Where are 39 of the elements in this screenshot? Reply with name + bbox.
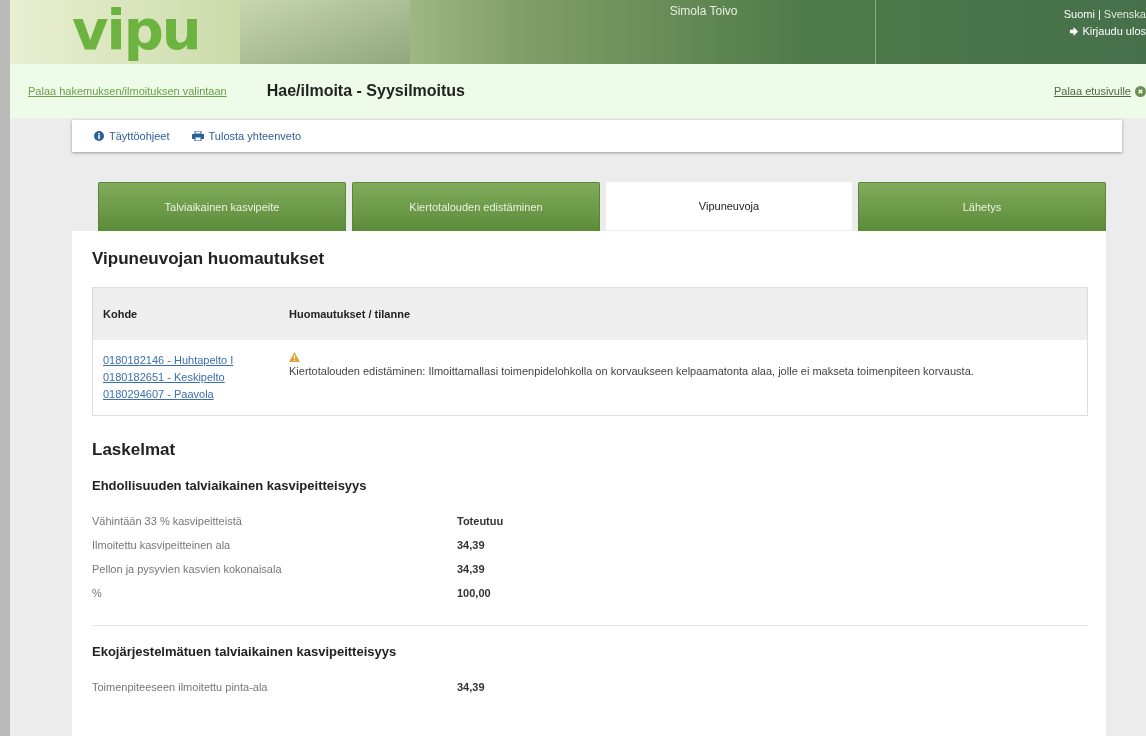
language-link[interactable]: Suomi	[1063, 8, 1095, 20]
logout-link[interactable]: Kirjaudu ulos	[1069, 25, 1146, 37]
tab[interactable]: Vipuneuvoja	[606, 182, 852, 230]
row-label: %	[92, 587, 103, 599]
back-link[interactable]: Palaa hakemuksen/ilmoituksen valintaan	[28, 85, 227, 97]
column-header: Huomautukset / tilanne	[289, 308, 412, 320]
section-heading: Vipuneuvojan huomautukset	[92, 249, 326, 269]
note-text: Kiertotalouden edistäminen: Ilmoittamallasi toimenpidelohkolla on korvaukseen kelpaamatonta alaa, jolle ei makseta toimenpiteen korvausta.	[289, 364, 974, 379]
page-title: Hae/ilmoita - Syysilmoitus	[266, 82, 465, 100]
close-icon	[1135, 85, 1146, 97]
home-link[interactable]: Palaa etusivulle	[1053, 85, 1146, 97]
row-label: Toimenpiteeseen ilmoitettu pinta-ala	[92, 681, 269, 693]
row-label: Pellon ja pysyvien kasvien kokonaisala	[92, 563, 283, 575]
row-value: 100,00	[457, 587, 492, 599]
parcel-link[interactable]: 0180182146 - Huhtapelto I	[103, 352, 289, 369]
toolbar-link[interactable]: Tulosta yhteenveto	[191, 130, 302, 142]
language-link[interactable]: Svenska	[1103, 8, 1146, 20]
info-icon	[94, 131, 104, 141]
print-icon	[191, 131, 204, 141]
row-value: 34,39	[457, 681, 486, 693]
tab[interactable]: Talviaikainen kasvipeite	[98, 182, 346, 231]
subsection-heading: Ekojärjestelmätuen talviaikainen kasvipeitteisyys	[92, 644, 398, 659]
row-value: 34,39	[457, 563, 486, 575]
section-heading: Laskelmat	[92, 440, 177, 460]
parcel-link[interactable]: 0180182651 - Keskipelto	[103, 369, 289, 386]
subsection-heading: Ehdollisuuden talviaikainen kasvipeitteisyys	[92, 478, 368, 493]
row-label: Ilmoitettu kasvipeitteinen ala	[92, 539, 232, 551]
vipu-logo: vipu	[72, 0, 200, 60]
tab[interactable]: Lähetys	[858, 182, 1106, 231]
parcel-link[interactable]: 0180294607 - Paavola	[103, 386, 289, 403]
separator: |	[1097, 8, 1101, 20]
logout-icon	[1069, 26, 1079, 36]
user-name: Simola Toivo	[669, 4, 738, 20]
row-label: Vähintään 33 % kasvipeitteistä	[92, 515, 243, 527]
row-value: 34,39	[457, 539, 486, 551]
toolbar-link[interactable]: Täyttöohjeet	[94, 130, 170, 142]
column-header: Kohde	[103, 308, 139, 320]
tab[interactable]: Kiertotalouden edistäminen	[352, 182, 600, 231]
row-value: Toteutuu	[457, 515, 505, 527]
